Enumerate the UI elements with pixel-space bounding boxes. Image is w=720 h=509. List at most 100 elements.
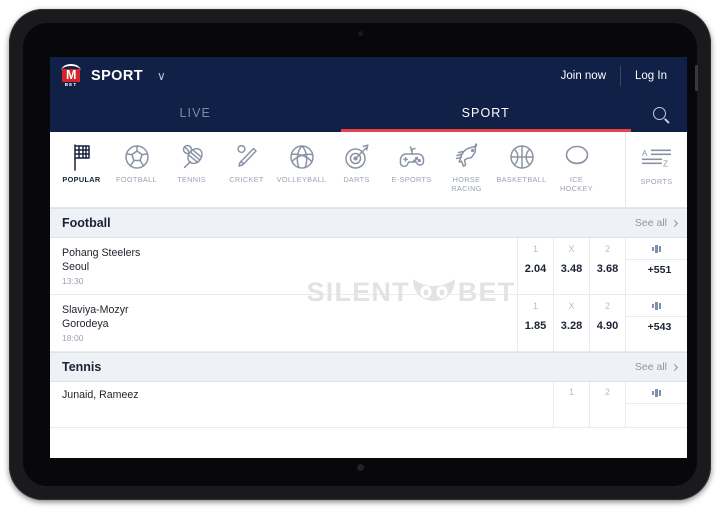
device-screen: M BET SPORT ∨ Join now Log In LIVE SPORT…: [50, 57, 687, 458]
odds-key: 1: [532, 244, 538, 254]
bar-chart-icon: [651, 295, 662, 316]
chevron-right-icon: [670, 363, 679, 371]
logo-letter: M: [62, 68, 80, 82]
search-icon: [652, 106, 666, 120]
odds-cell[interactable]: 1 2.04: [517, 238, 553, 294]
sport-category-label: HORSE RACING: [451, 175, 482, 193]
see-all-button[interactable]: See all: [634, 361, 679, 373]
chevron-down-icon[interactable]: ∨: [157, 70, 166, 82]
odds-cell[interactable]: X 3.48: [553, 238, 589, 294]
sport-category-popular[interactable]: POPULAR: [54, 132, 109, 184]
app-title: SPORT: [91, 67, 143, 84]
cricket-icon: [232, 140, 262, 174]
odds-key: X: [568, 301, 575, 311]
odds-key: 2: [604, 301, 610, 311]
event-teams[interactable]: Pohang Steelers Seoul 13:30: [50, 238, 517, 294]
section-header-football: Football See all: [50, 208, 687, 238]
odds-key: 2: [604, 244, 610, 254]
power-button: [695, 65, 698, 91]
sport-category-label: FOOTBALL: [116, 175, 157, 184]
all-sports-az-button[interactable]: A Z SPORTS: [625, 132, 687, 207]
home-button: [356, 464, 364, 471]
odds-key: X: [568, 244, 575, 254]
app-top-bar: M BET SPORT ∨ Join now Log In: [50, 57, 687, 94]
event-row[interactable]: Pohang Steelers Seoul 13:30 1 2.04 X 3.48 2 3.68…: [50, 238, 687, 295]
sport-category-cricket[interactable]: CRICKET: [219, 132, 274, 184]
event-row[interactable]: Junaid, Rameez 1 2: [50, 382, 687, 428]
event-teams[interactable]: Junaid, Rameez: [50, 382, 553, 427]
front-camera-icon: [357, 31, 363, 36]
home-team: Slaviya-Mozyr: [62, 304, 129, 316]
flag-icon: [67, 140, 97, 174]
see-all-label: See all: [634, 217, 667, 229]
sport-category-label: E-SPORTS: [391, 175, 432, 184]
more-markets-count: [626, 403, 687, 427]
odds-cell[interactable]: 2 3.68: [589, 238, 625, 294]
sport-category-label: DARTS: [343, 175, 370, 184]
odds-value: 3.48: [560, 263, 583, 275]
more-markets-button[interactable]: +551: [625, 238, 687, 294]
event-time: 18:00: [62, 333, 84, 343]
tennis-icon: [177, 140, 207, 174]
svg-text:Z: Z: [663, 160, 668, 169]
sport-category-horse-racing[interactable]: HORSE RACING: [439, 132, 494, 193]
event-teams[interactable]: Slaviya-Mozyr Gorodeya 18:00: [50, 295, 517, 351]
odds-value: 3.28: [560, 320, 583, 332]
see-all-button[interactable]: See all: [634, 217, 679, 229]
hockey-puck-icon: [562, 140, 592, 174]
odds-key: 1: [532, 301, 538, 311]
odds-cell[interactable]: X 3.28: [553, 295, 589, 351]
sport-category-label: ICE HOCKEY: [560, 175, 593, 193]
odds-value: 2.04: [524, 263, 547, 275]
odds-value: 1.85: [524, 320, 547, 332]
section-header-tennis: Tennis See all: [50, 352, 687, 382]
sport-category-label: POPULAR: [62, 175, 101, 184]
brand-area[interactable]: M BET SPORT ∨: [60, 63, 166, 88]
more-markets-button[interactable]: +543: [625, 295, 687, 351]
football-icon: [122, 140, 152, 174]
sport-category-volleyball[interactable]: VOLLEYBALL: [274, 132, 329, 184]
sport-category-label: VOLLEYBALL: [276, 175, 327, 184]
more-markets-count: +551: [626, 259, 687, 283]
see-all-label: See all: [634, 361, 667, 373]
main-tabs: LIVE SPORT: [50, 94, 687, 132]
chevron-right-icon: [670, 219, 679, 227]
sport-category-list[interactable]: POPULAR FOOTBALL TENNIS CRICKET VOLLEYBALL DA…: [50, 132, 625, 207]
sport-category-e-sports[interactable]: E-SPORTS: [384, 132, 439, 184]
sport-category-strip: POPULAR FOOTBALL TENNIS CRICKET VOLLEYBALL DA…: [50, 132, 687, 208]
sport-category-basketball[interactable]: BASKETBALL: [494, 132, 549, 184]
odds-value: 3.68: [596, 263, 619, 275]
odds-value: 4.90: [596, 320, 619, 332]
section-title: Football: [62, 216, 111, 230]
sport-category-label: CRICKET: [229, 175, 264, 184]
logo-subtext: BET: [64, 81, 78, 87]
event-row[interactable]: Slaviya-Mozyr Gorodeya 18:00 1 1.85 X 3.28 2 4.9…: [50, 295, 687, 352]
sport-category-darts[interactable]: DARTS: [329, 132, 384, 184]
odds-cell[interactable]: 2 4.90: [589, 295, 625, 351]
sport-category-label: TENNIS: [177, 175, 206, 184]
tab-sport[interactable]: SPORT: [340, 94, 632, 132]
odds-cell[interactable]: 1 1.85: [517, 295, 553, 351]
odds-cell[interactable]: 2: [589, 382, 625, 427]
search-button[interactable]: [631, 94, 687, 132]
sport-category-tennis[interactable]: TENNIS: [164, 132, 219, 184]
odds-key: 1: [568, 387, 574, 397]
sport-category-label: BASKETBALL: [496, 175, 547, 184]
odds-cell[interactable]: 1: [553, 382, 589, 427]
sport-category-football[interactable]: FOOTBALL: [109, 132, 164, 184]
odds-group: 1 2.04 X 3.48 2 3.68 +551: [517, 238, 687, 294]
tab-live[interactable]: LIVE: [50, 94, 341, 132]
a-z-list-icon: A Z: [641, 144, 672, 174]
odds-group: 1 1.85 X 3.28 2 4.90 +543: [517, 295, 687, 351]
bar-chart-icon: [651, 382, 662, 403]
more-markets-button[interactable]: [625, 382, 687, 427]
away-team: Gorodeya: [62, 317, 109, 330]
melbet-logo-icon: M BET: [60, 63, 82, 88]
home-team: Pohang Steelers: [62, 247, 141, 259]
home-team: Junaid, Rameez: [62, 389, 139, 401]
join-now-button[interactable]: Join now: [547, 70, 620, 82]
odds-group: 12: [553, 382, 687, 427]
sport-category-ice-hockey[interactable]: ICE HOCKEY: [549, 132, 604, 193]
log-in-button[interactable]: Log In: [621, 70, 681, 82]
away-team: Seoul: [62, 260, 90, 273]
